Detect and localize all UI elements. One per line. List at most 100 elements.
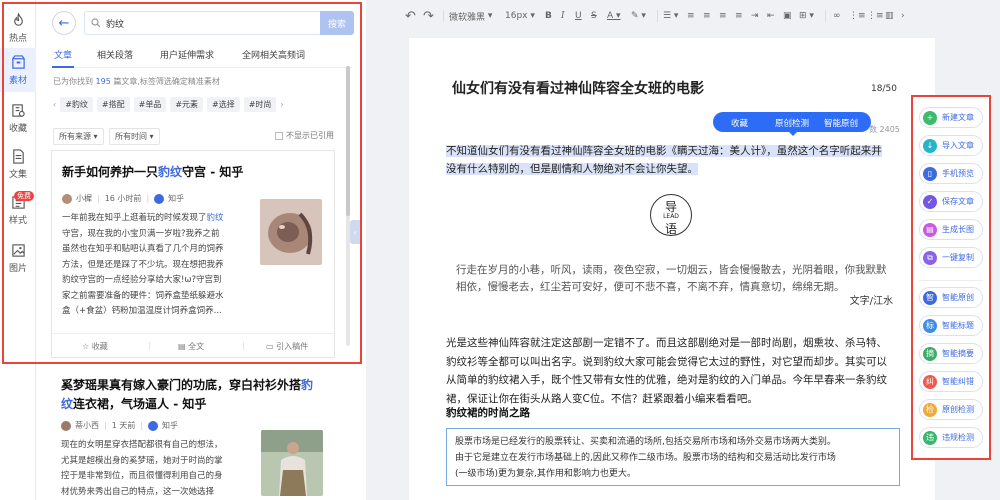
tab-articles[interactable]: 文章 xyxy=(54,48,72,61)
chevron-left-icon[interactable]: ‹ xyxy=(53,100,56,109)
section-heading[interactable]: 豹纹裙的时尚之路 xyxy=(446,405,530,420)
tab-hot-words[interactable]: 全网相关高频词 xyxy=(242,48,305,61)
smart-rewrite-icon: 智 xyxy=(923,290,937,305)
font-color-icon[interactable]: A ▾ xyxy=(607,7,621,25)
search-input[interactable]: 豹纹 xyxy=(84,11,322,35)
back-button[interactable]: ← xyxy=(52,11,76,35)
nav-label: 图片 xyxy=(8,263,27,274)
chevron-right-icon[interactable]: › xyxy=(280,100,283,109)
source-name: 知乎 xyxy=(162,421,179,430)
import-icon: ↓ xyxy=(923,138,937,153)
underline-icon[interactable]: U xyxy=(575,7,582,25)
article-card[interactable]: 新手如何养护一只豹纹守宫 - 知乎 小樨 | 16 小时前 | 知乎 一年前我在… xyxy=(51,150,335,358)
tag-item[interactable]: #单品 xyxy=(133,96,167,112)
source-filter[interactable]: 所有来源 ▾ xyxy=(53,128,104,145)
nav-item-collection[interactable]: 文集 xyxy=(0,142,36,186)
popover-favorite-button[interactable]: 收藏 xyxy=(731,117,748,129)
mobile-preview-button[interactable]: ▯ 手机预览 xyxy=(919,163,983,184)
editor-document[interactable]: 仙女们有没有看过神仙阵容全女班的电影 18/50 数 2405 收藏 原创检测 … xyxy=(409,38,935,500)
title-keyword: 豹纹 xyxy=(158,165,183,179)
link-icon[interactable]: ∞ xyxy=(833,7,841,25)
quote-block[interactable]: 股票市场是已经发行的股票转让、买卖和流通的场所,包括交易所市场和场外交易市场两大… xyxy=(446,428,900,486)
ordered-list-icon[interactable]: ⋮≡ xyxy=(867,7,884,25)
popover-smart-rewrite-button[interactable]: 智能原创 xyxy=(824,117,858,129)
originality-check-button[interactable]: 检原创检测 xyxy=(919,399,983,420)
import-article-button[interactable]: ↓ 导入文章 xyxy=(919,135,983,156)
align-left-icon[interactable]: ≡ xyxy=(687,7,695,25)
align-justify-icon[interactable]: ≡ xyxy=(735,7,743,25)
smart-title-button[interactable]: 标智能标题 xyxy=(919,315,983,336)
source-filter-label: 所有来源 xyxy=(59,132,91,141)
avatar xyxy=(62,193,72,204)
article-card[interactable]: 奚梦瑶果真有嫁入豪门的功底，穿白衬衫外搭豹 纹连衣裙，气场逼人 - 知乎 蒂小西… xyxy=(51,372,335,500)
outdent-icon[interactable]: ⇤ xyxy=(767,7,775,25)
panel-scrollbar[interactable] xyxy=(346,66,350,346)
italic-icon[interactable]: I xyxy=(561,7,565,25)
time-filter[interactable]: 所有时间 ▾ xyxy=(109,128,160,145)
insert-table-icon[interactable]: ⊞ ▾ xyxy=(799,7,814,25)
nav-label: 素材 xyxy=(8,75,27,86)
selected-paragraph[interactable]: 不知道仙女们有没有看过神仙阵容全女班的电影《瞒天过海：美人计》，虽然这个名字听起… xyxy=(446,142,901,178)
publish-time: 16 小时前 xyxy=(104,194,142,203)
tag-item[interactable]: #选择 xyxy=(207,96,240,112)
popover-originality-check-button[interactable]: 原创检测 xyxy=(775,117,809,129)
smart-summary-button[interactable]: 摘智能摘要 xyxy=(919,343,983,364)
line-height-icon[interactable]: ☰ ▾ xyxy=(663,7,678,25)
tag-item[interactable]: #时尚 xyxy=(243,96,277,112)
tag-item[interactable]: #元素 xyxy=(170,96,204,112)
scrollbar-thumb[interactable] xyxy=(346,66,350,216)
article-title[interactable]: 奚梦瑶果真有嫁入豪门的功底，穿白衬衫外搭豹 纹连衣裙，气场逼人 - 知乎 xyxy=(61,376,325,414)
fulltext-button[interactable]: ▤ 全文 xyxy=(178,341,204,352)
strikethrough-icon[interactable]: S xyxy=(591,7,597,25)
save-article-button[interactable]: ✓ 保存文章 xyxy=(919,191,983,212)
chevron-left-icon: ‹ xyxy=(353,227,357,237)
plus-icon: + xyxy=(923,110,937,125)
indent-icon[interactable]: ⇥ xyxy=(751,7,759,25)
smart-rewrite-button[interactable]: 智智能原创 xyxy=(919,287,983,308)
originality-icon: 检 xyxy=(923,402,937,417)
tab-related-paragraphs[interactable]: 相关段落 xyxy=(97,48,133,61)
smart-proofread-button[interactable]: 纠智能纠错 xyxy=(919,371,983,392)
card-actions: ☆ 收藏 | ▤ 全文 | ▭ 引入稿件 xyxy=(52,333,334,357)
insert-image-icon[interactable]: ▣ xyxy=(783,7,792,25)
import-button[interactable]: ▭ 引入稿件 xyxy=(266,341,308,352)
lead-badge-bottom: 语 xyxy=(664,222,677,236)
generate-long-image-button[interactable]: ▤ 生成长图 xyxy=(919,219,983,240)
article-title[interactable]: 新手如何养护一只豹纹守宫 - 知乎 xyxy=(62,163,326,182)
publish-time: 1 天前 xyxy=(111,421,136,430)
author-name: 小樨 xyxy=(76,194,92,203)
violation-check-button[interactable]: 违违规检测 xyxy=(919,427,983,448)
article-title-input[interactable]: 仙女们有没有看过神仙阵容全女班的电影 xyxy=(452,78,704,98)
nav-item-material[interactable]: 素材 xyxy=(0,48,36,92)
result-hint: 已为你找到 195 篇文章,标签筛选确定精准素材 xyxy=(53,76,220,87)
tab-user-needs[interactable]: 用户延伸需求 xyxy=(160,48,214,61)
list-icon[interactable]: ⋮≡ xyxy=(849,7,866,25)
collapse-panel-button[interactable]: ‹ xyxy=(350,220,360,244)
highlight-color-icon[interactable]: ✎ ▾ xyxy=(631,7,646,25)
source-name: 知乎 xyxy=(168,194,185,203)
body-paragraph[interactable]: 光是这些神仙阵容就注定这部剧一定错不了。而且这部剧绝对是一部时尚剧，烟熏妆、杀马… xyxy=(446,334,901,408)
nav-item-style[interactable]: 免费 样式 xyxy=(0,188,36,232)
lead-paragraph[interactable]: 行走在岁月的小巷，听风，读雨，夜色空寂，一切烟云，皆会慢慢散去，光阴着眼，你我默… xyxy=(456,262,906,296)
tag-item[interactable]: #搭配 xyxy=(96,96,130,112)
exclude-cited-checkbox[interactable]: 不显示已引用 xyxy=(275,130,334,141)
align-right-icon[interactable]: ≡ xyxy=(719,7,727,25)
font-size-select[interactable]: 16px ▾ xyxy=(505,7,535,25)
block-icon[interactable]: ▥ xyxy=(885,7,894,25)
redo-icon[interactable]: ↷ xyxy=(423,7,434,25)
font-family-select[interactable]: 微软雅黑 ▾ xyxy=(449,7,492,25)
tag-item[interactable]: #豹纹 xyxy=(60,96,93,112)
search-button[interactable]: 搜索 xyxy=(320,11,354,35)
new-article-button[interactable]: + 新建文章 xyxy=(919,107,983,128)
search-row: ← 豹纹 搜索 xyxy=(52,10,354,36)
article-excerpt: 一年前我在知乎上逛着玩的时候发现了豹纹 守宫，现在我的小宝贝满一岁啦?我养之前 … xyxy=(62,213,224,316)
undo-icon[interactable]: ↶ xyxy=(405,7,416,25)
favorite-button[interactable]: ☆ 收藏 xyxy=(82,341,108,352)
nav-item-hot[interactable]: 热点 xyxy=(0,6,36,50)
one-click-copy-button[interactable]: ⧉ 一键复制 xyxy=(919,247,983,268)
align-center-icon[interactable]: ≡ xyxy=(703,7,711,25)
nav-item-bookmark[interactable]: 收藏 xyxy=(0,96,36,140)
bold-icon[interactable]: B xyxy=(545,7,552,25)
more-icon[interactable]: › xyxy=(901,7,905,25)
nav-item-image[interactable]: 图片 xyxy=(0,236,36,280)
